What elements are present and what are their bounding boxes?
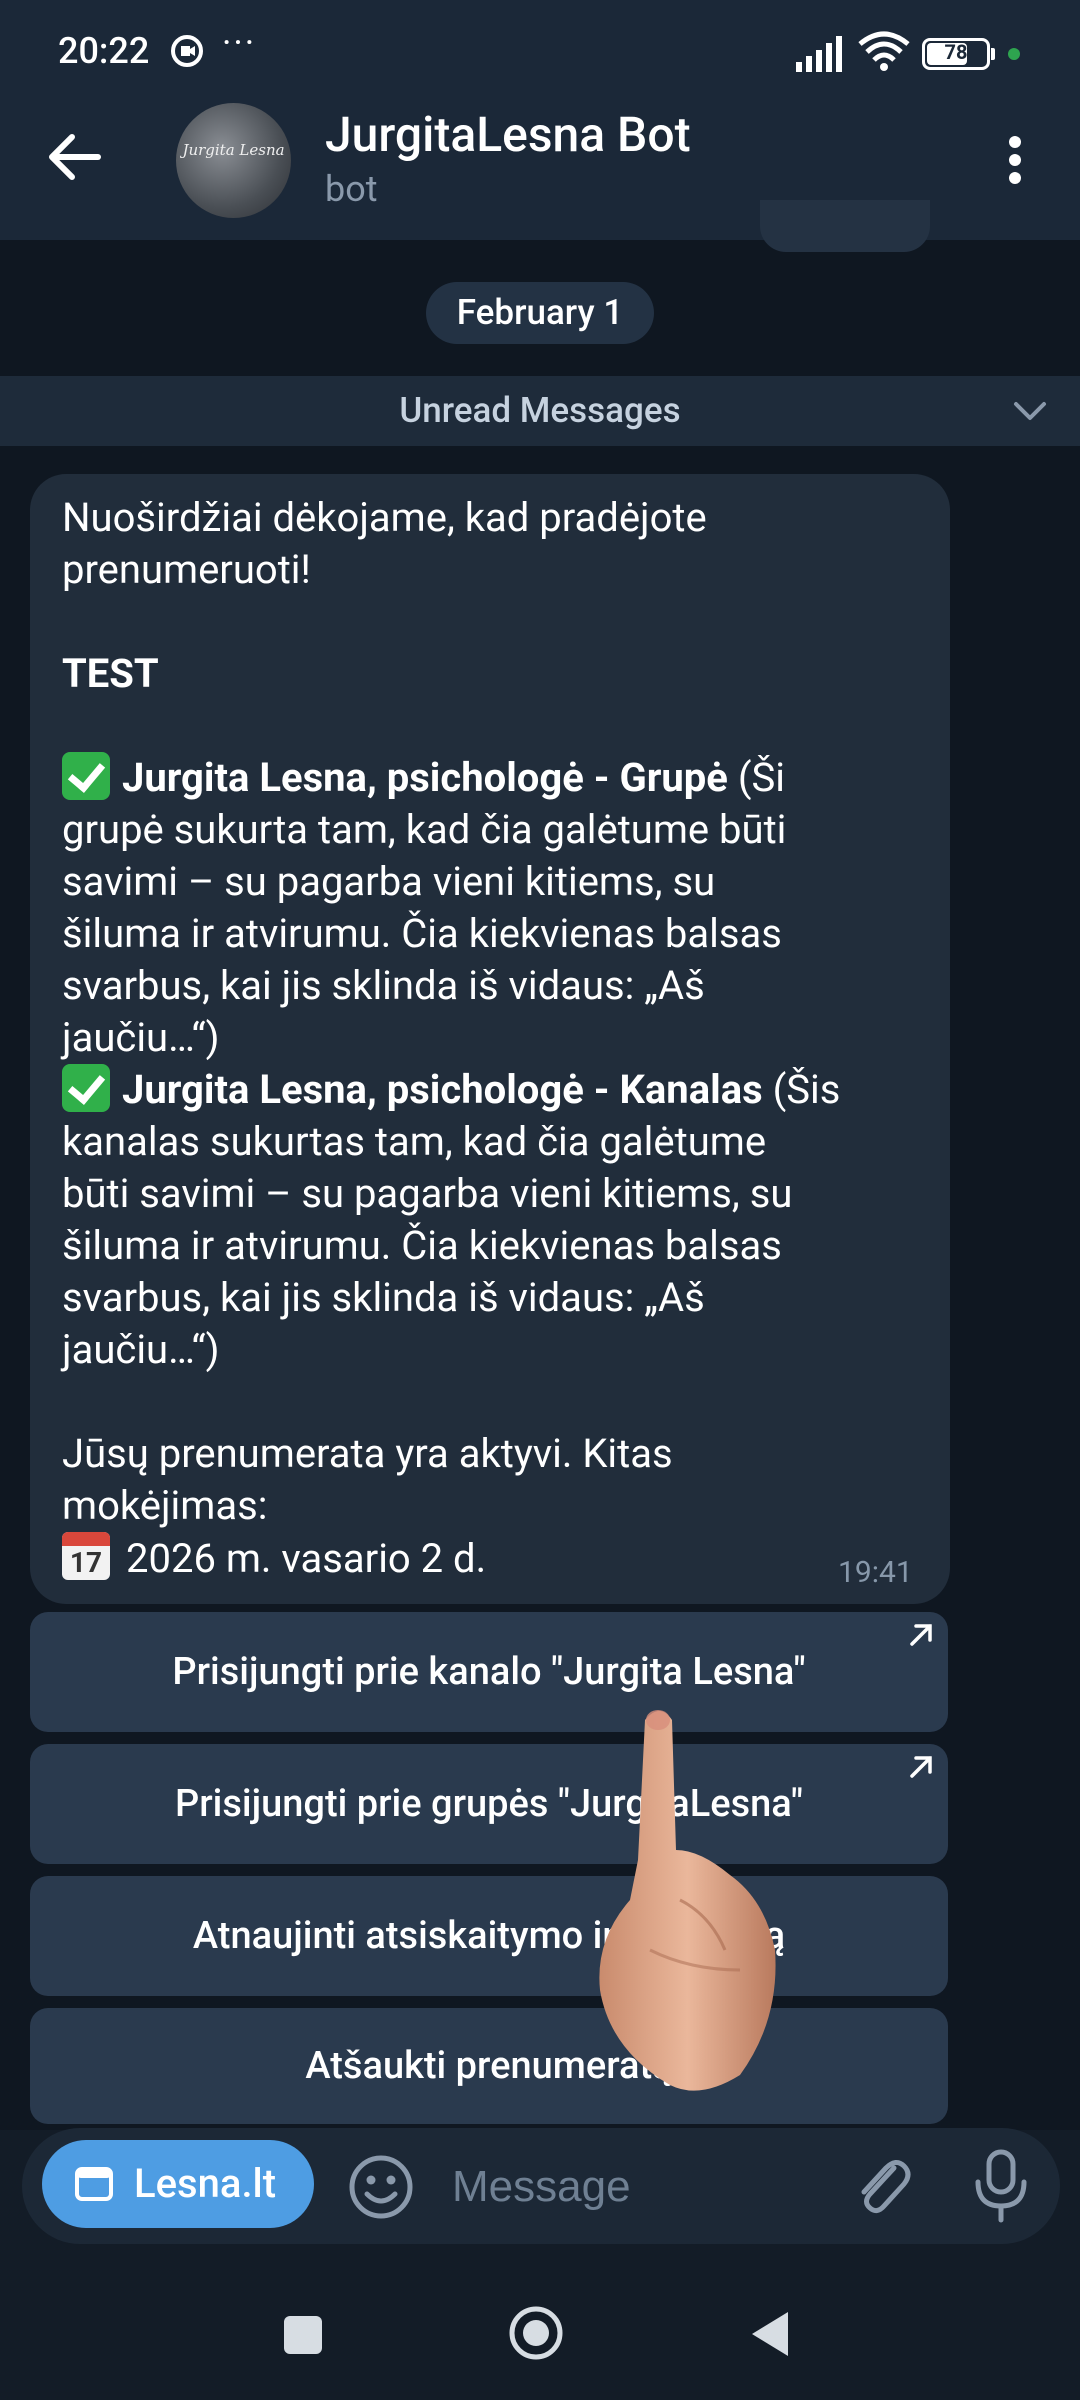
unread-label: Unread Messages [399, 390, 681, 431]
message-line: svarbus, kai jis sklinda iš vidaus: „Aš [62, 1274, 705, 1321]
status-bar [0, 0, 1080, 100]
check-mark-icon [62, 752, 110, 800]
update-billing-button[interactable]: Atnaujinti atsiskaitymo informaciją [30, 1876, 948, 1996]
back-triangle-icon[interactable] [748, 2310, 790, 2358]
group-name: Jurgita Lesna, psichologė - Grupė [122, 754, 728, 801]
status-time: 20:22 [58, 30, 150, 72]
microphone-icon[interactable] [966, 2146, 1036, 2226]
message-line: jaučiu…“) [62, 1014, 220, 1061]
message-input[interactable] [450, 2148, 834, 2226]
paperclip-icon[interactable] [848, 2150, 918, 2224]
more-notifications-icon: ··· [222, 22, 257, 64]
window-icon [75, 2167, 113, 2201]
message-line: šiluma ir atvirumu. Čia kiekvienas balsa… [62, 1222, 782, 1269]
emoji-icon[interactable] [346, 2152, 416, 2222]
chat-title[interactable]: JurgitaLesna Bot [325, 106, 691, 163]
message-line: grupė sukurta tam, kad čia galėtume būti [62, 806, 787, 853]
message-line: prenumeruoti! [62, 546, 311, 593]
battery-level: 78 [944, 40, 968, 64]
message-line: Jurgita Lesna, psichologė - Grupė (Ši [62, 752, 785, 804]
more-vert-icon[interactable] [990, 130, 1040, 190]
message-heading: TEST [62, 650, 159, 697]
battery-tip [991, 48, 995, 60]
chat-subtitle: bot [325, 168, 378, 210]
wifi-icon [858, 31, 910, 71]
avatar[interactable]: Jurgita Lesna [176, 103, 291, 218]
open-link-arrow-icon [910, 1756, 932, 1778]
message-line: kanalas sukurtas tam, kad čia galėtume [62, 1118, 767, 1165]
cancel-subscription-button[interactable]: Atšaukti prenumeratą [30, 2008, 948, 2124]
home-circle-icon[interactable] [508, 2305, 564, 2361]
previous-message-edge [760, 200, 930, 252]
join-group-button[interactable]: Prisijungti prie grupės "JurgitaLesna" [30, 1744, 948, 1864]
calendar-icon: 17 [62, 1532, 110, 1580]
screen-record-icon [171, 35, 203, 67]
chevron-down-icon[interactable] [1010, 396, 1050, 426]
privacy-indicator-dot [1008, 48, 1020, 60]
open-link-arrow-icon [910, 1624, 932, 1646]
message-time: 19:41 [838, 1555, 913, 1590]
battery-icon: 78 [922, 38, 990, 70]
message-line: būti savimi – su pagarba vieni kitiems, … [62, 1170, 793, 1217]
join-channel-button[interactable]: Prisijungti prie kanalo "Jurgita Lesna" [30, 1612, 948, 1732]
webapp-button-label: Lesna.lt [134, 2160, 277, 2207]
touch-finger-overlay [599, 1710, 776, 2091]
message-line: savimi – su pagarba vieni kitiems, su [62, 858, 716, 905]
message-line: Nuoširdžiai dėkojame, kad pradėjote [62, 494, 707, 541]
message-line: svarbus, kai jis sklinda iš vidaus: „Aš [62, 962, 705, 1009]
message-line: Jūsų prenumerata yra aktyvi. Kitas [62, 1430, 673, 1477]
back-arrow-icon[interactable] [40, 122, 110, 192]
recents-square-icon[interactable] [284, 2316, 322, 2354]
message-line: jaučiu…“) [62, 1326, 220, 1373]
next-payment-line: 17 2026 m. vasario 2 d. [62, 1532, 486, 1585]
message-line: šiluma ir atvirumu. Čia kiekvienas balsa… [62, 910, 782, 957]
date-chip: February 1 [426, 282, 654, 344]
channel-name: Jurgita Lesna, psichologė - Kanalas [122, 1066, 763, 1113]
check-mark-icon [62, 1064, 110, 1112]
message-line: mokėjimas: [62, 1482, 268, 1529]
signal-icon [796, 36, 842, 72]
message-line: Jurgita Lesna, psichologė - Kanalas (Šis [62, 1064, 840, 1116]
